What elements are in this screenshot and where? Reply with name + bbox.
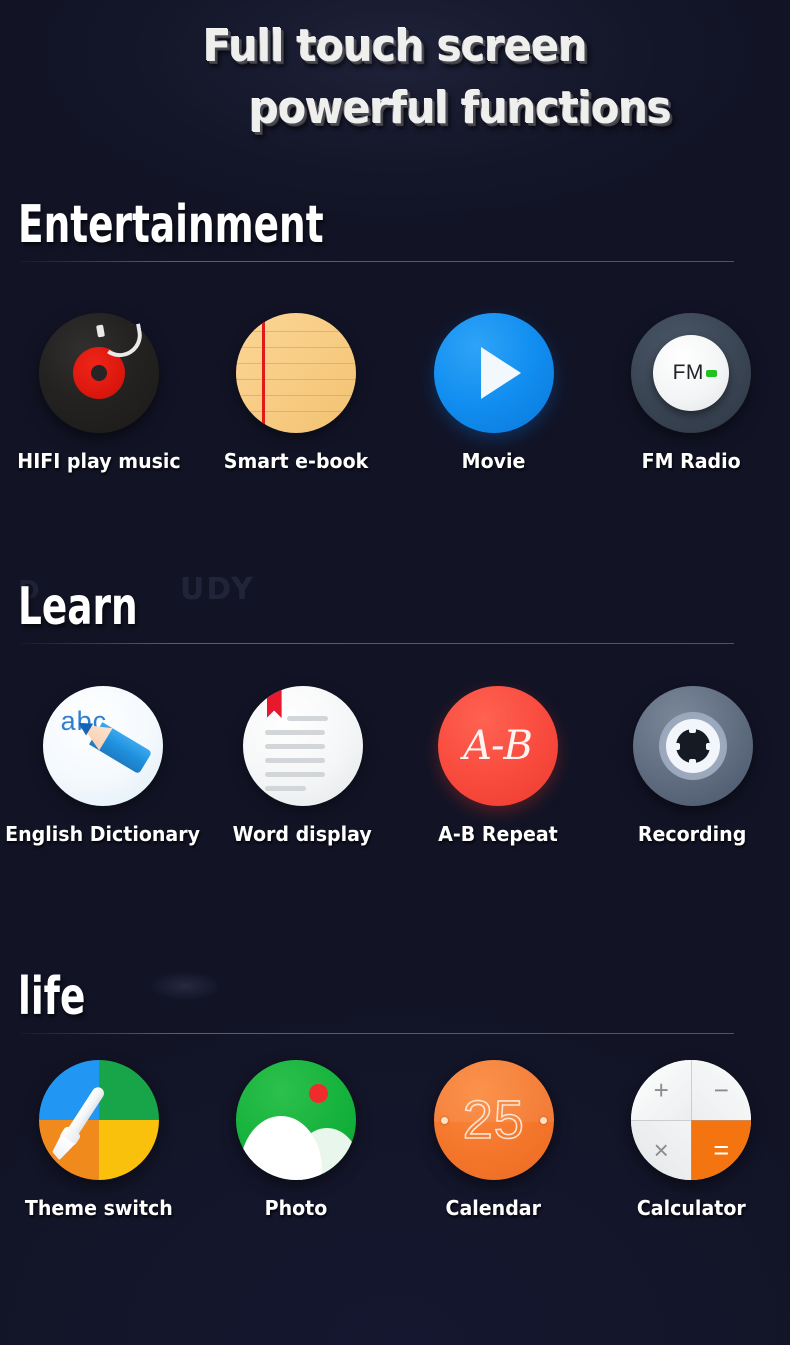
app-label: HIFI play music — [17, 449, 181, 473]
life-icon-grid: Theme switch Photo 25 Calendar + − × = C… — [0, 1060, 790, 1220]
app-tile-recording[interactable]: Recording — [595, 686, 790, 846]
hill-front-shape — [240, 1116, 323, 1180]
section-ghost-glow — [150, 972, 220, 1000]
app-tile-photo[interactable]: Photo — [198, 1060, 396, 1220]
fm-dial-knob: FM — [653, 335, 730, 411]
paintbrush-palette-icon[interactable] — [38, 1060, 159, 1180]
tonearm-tip-icon — [95, 324, 105, 338]
pencil-abc-icon[interactable]: abc — [42, 686, 163, 806]
recording-notch — [705, 742, 713, 750]
dictionary-disc: abc — [42, 686, 163, 806]
promo-page: Full touch screen powerful functions Ent… — [0, 0, 790, 1345]
app-label: Calculator — [636, 1196, 746, 1220]
section-title: Learn — [18, 577, 138, 637]
app-label: Photo — [264, 1196, 328, 1220]
section-divider — [20, 643, 734, 644]
section-header: life — [0, 967, 790, 1034]
recording-notch — [689, 726, 697, 733]
app-label: English Dictionary — [5, 822, 201, 846]
section-divider — [20, 261, 734, 262]
section-ghost-text: UDY — [180, 572, 255, 607]
document-disc — [242, 686, 363, 806]
hero-line-1: Full touch screen — [203, 21, 587, 72]
calculator-key-equals: = — [691, 1120, 752, 1180]
pencil-icon — [71, 712, 152, 775]
app-label: Smart e-book — [224, 449, 369, 473]
learn-icon-grid: abc English Dictionary Word display A-B … — [0, 686, 790, 846]
app-tile-hifi-play-music[interactable]: HIFI play music — [0, 313, 198, 473]
photo-disc — [236, 1060, 357, 1180]
hero-line-2: powerful functions — [249, 83, 672, 134]
app-tile-english-dictionary[interactable]: abc English Dictionary — [0, 686, 205, 846]
section-divider — [20, 1033, 734, 1034]
calculator-icon[interactable]: + − × = — [631, 1060, 752, 1180]
section-title: life — [18, 967, 86, 1027]
app-tile-movie[interactable]: Movie — [395, 313, 593, 473]
ab-repeat-disc: A-B — [437, 686, 558, 806]
app-tile-word-display[interactable]: Word display — [205, 686, 400, 846]
paintbrush-icon — [51, 1083, 109, 1158]
app-label: Calendar — [445, 1196, 542, 1220]
recording-hub — [675, 729, 710, 763]
vinyl-spindle-hole — [90, 365, 107, 381]
section-entertainment: Entertainment — [0, 195, 790, 262]
calendar-day-number: 25 — [462, 1089, 525, 1151]
bookmark-ribbon-icon — [266, 686, 282, 718]
document-text-lines — [264, 716, 341, 800]
section-header: D Learn UDY — [0, 572, 790, 644]
notebook-paper-icon[interactable] — [236, 313, 357, 433]
notebook-rules — [236, 313, 357, 433]
landscape-photo-icon[interactable] — [236, 1060, 357, 1180]
entertainment-icon-grid: HIFI play music Smart e-book Movie FM FM… — [0, 313, 790, 473]
app-tile-calendar[interactable]: 25 Calendar — [395, 1060, 593, 1220]
app-label: FM Radio — [641, 449, 741, 473]
calendar-disc: 25 — [433, 1060, 554, 1180]
vinyl-record-icon[interactable] — [38, 313, 159, 433]
calculator-key-minus: − — [691, 1060, 752, 1120]
app-tile-calculator[interactable]: + − × = Calculator — [593, 1060, 790, 1220]
app-label: Movie — [461, 449, 526, 473]
app-label: Theme switch — [24, 1196, 173, 1220]
section-learn: D Learn UDY — [0, 572, 790, 644]
app-tile-ab-repeat[interactable]: A-B A-B Repeat — [400, 686, 595, 846]
section-header: Entertainment — [0, 195, 790, 262]
calendar-peg-right — [539, 1117, 547, 1124]
recording-notch — [672, 742, 680, 750]
calculator-key-times: × — [631, 1120, 692, 1180]
app-tile-smart-ebook[interactable]: Smart e-book — [198, 313, 396, 473]
theme-color-wheel — [38, 1060, 159, 1180]
fm-indicator-icon — [706, 370, 718, 377]
app-label: Word display — [233, 822, 373, 846]
sun-dot-icon — [309, 1084, 329, 1103]
hero-title: Full touch screen powerful functions — [0, 16, 790, 140]
play-button-icon[interactable] — [433, 313, 554, 433]
fm-radio-dial-icon[interactable]: FM — [631, 313, 752, 433]
document-bookmark-icon[interactable] — [242, 686, 363, 806]
app-label: A-B Repeat — [437, 822, 558, 846]
ab-badge-text: A-B — [463, 723, 533, 769]
app-tile-fm-radio[interactable]: FM FM Radio — [593, 313, 790, 473]
play-triangle-icon — [480, 347, 521, 399]
ab-repeat-icon[interactable]: A-B — [437, 686, 558, 806]
calendar-day-icon[interactable]: 25 — [433, 1060, 554, 1180]
calculator-divider-horizontal — [631, 1119, 752, 1121]
app-tile-theme-switch[interactable]: Theme switch — [0, 1060, 198, 1220]
calculator-disc: + − × = — [631, 1060, 752, 1180]
section-life: life — [0, 967, 790, 1034]
calendar-peg-left — [440, 1117, 448, 1124]
fm-badge-text: FM — [672, 361, 704, 384]
calculator-key-plus: + — [631, 1060, 692, 1120]
section-title: Entertainment — [18, 195, 324, 255]
notebook-disc — [236, 313, 357, 433]
app-label: Recording — [638, 822, 747, 846]
recording-reel-icon[interactable] — [632, 686, 753, 806]
notebook-margin-line — [262, 313, 265, 433]
recording-notch — [689, 759, 697, 766]
